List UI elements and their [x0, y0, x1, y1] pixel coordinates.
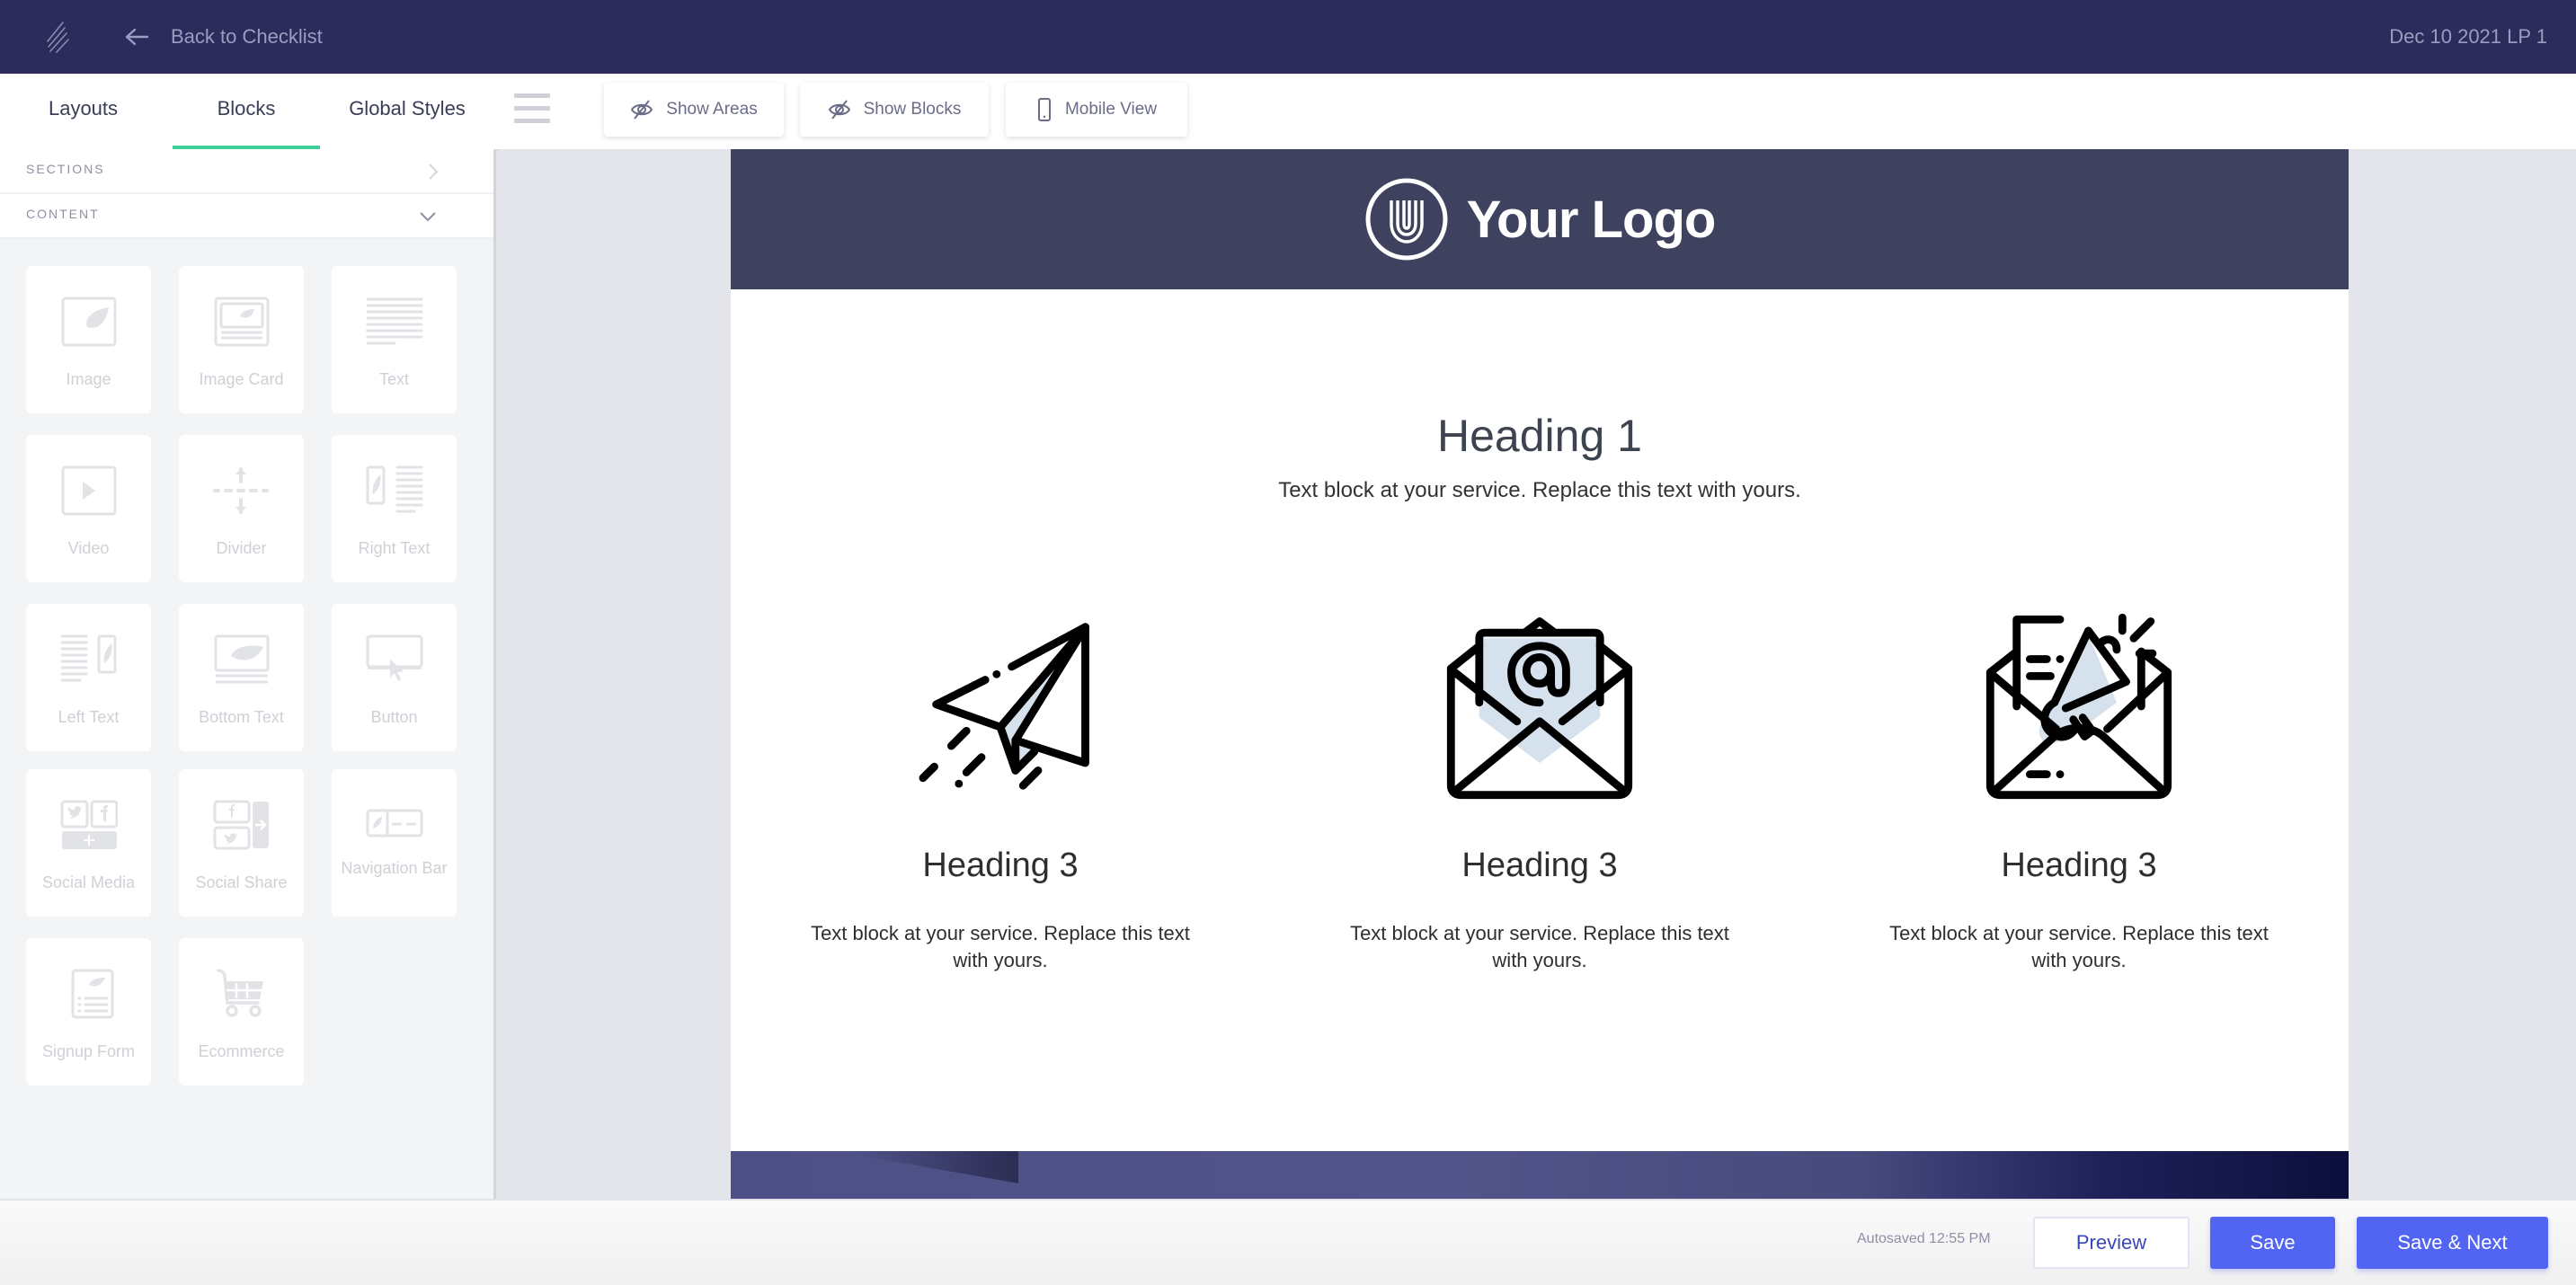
show-blocks-label: Show Blocks: [863, 100, 962, 119]
accordion-sections[interactable]: SECTIONS: [0, 149, 493, 194]
envelope-at-icon: [1446, 617, 1633, 800]
button-icon: [366, 634, 422, 681]
arrow-left-icon: [125, 28, 149, 46]
feature-column[interactable]: Heading 3 Text block at your service. Re…: [1270, 607, 1809, 985]
block-label: Right Text: [358, 539, 431, 557]
block-navigation-bar[interactable]: Navigation Bar: [332, 769, 457, 917]
block-label: Navigation Bar: [341, 859, 448, 877]
signup-form-icon: [71, 969, 113, 1019]
editor-footer: Autosaved 12:55 PM Preview Save Save & N…: [0, 1199, 2576, 1285]
save-button[interactable]: Save: [2210, 1217, 2335, 1269]
block-image[interactable]: Image: [26, 266, 151, 413]
block-label: Social Media: [41, 873, 136, 891]
block-label: Button: [370, 708, 418, 726]
envelope-megaphone-icon: [1985, 613, 2172, 800]
block-label: Divider: [216, 539, 267, 557]
column-heading: Heading 3: [922, 846, 1079, 884]
social-media-icon: [60, 800, 118, 849]
mobile-icon: [1037, 98, 1051, 121]
tab-layouts[interactable]: Layouts: [18, 74, 148, 149]
show-areas-button[interactable]: Show Areas: [604, 83, 784, 137]
block-signup-form[interactable]: Signup Form: [26, 938, 151, 1086]
editor-canvas: Your Logo Heading 1 Text block at your s…: [499, 149, 2576, 1199]
block-bottom-text[interactable]: Bottom Text: [179, 604, 304, 751]
intro-text-block[interactable]: Text block at your service. Replace this…: [731, 478, 2349, 503]
column-text: Text block at your service. Replace this…: [1350, 922, 1729, 971]
block-label: Social Share: [195, 873, 288, 891]
block-button[interactable]: Button: [332, 604, 457, 751]
logo-text: Your Logo: [1466, 190, 1717, 249]
content-label: CONTENT: [26, 207, 100, 221]
right-text-icon: [366, 465, 422, 513]
column-heading: Heading 3: [1461, 846, 1618, 884]
menu-icon[interactable]: [514, 93, 550, 129]
show-areas-label: Show Areas: [666, 100, 758, 119]
eye-off-icon: [828, 100, 850, 120]
block-label: Image Card: [199, 370, 284, 388]
column-heading: Heading 3: [2001, 846, 2157, 884]
social-share-icon: [213, 800, 269, 850]
block-right-text[interactable]: Right Text: [332, 435, 457, 582]
accordion-content[interactable]: CONTENT: [0, 194, 493, 239]
video-icon: [61, 465, 116, 516]
tab-blocks[interactable]: Blocks: [173, 74, 320, 149]
feature-column[interactable]: Heading 3 Text block at your service. Re…: [731, 607, 1270, 985]
mobile-view-label: Mobile View: [1064, 100, 1158, 119]
bottom-text-icon: [214, 634, 269, 684]
block-social-share[interactable]: Social Share: [179, 769, 304, 917]
feature-column[interactable]: Heading 3 Text block at your service. Re…: [1809, 607, 2349, 985]
tab-global-styles[interactable]: Global Styles: [334, 74, 480, 149]
preview-button[interactable]: Preview: [2033, 1217, 2190, 1269]
paper-plane-icon: [919, 623, 1089, 790]
text-icon: [366, 297, 422, 345]
heading-1[interactable]: Heading 1: [731, 410, 2349, 462]
divider-icon: [212, 467, 269, 514]
sections-label: SECTIONS: [26, 162, 105, 176]
block-left-text[interactable]: Left Text: [26, 604, 151, 751]
block-social-media[interactable]: Social Media: [26, 769, 151, 917]
left-text-icon: [60, 634, 116, 682]
blocks-sidebar: SECTIONS CONTENT Image Image Card Text V…: [0, 149, 496, 1199]
block-image-card[interactable]: Image Card: [179, 266, 304, 413]
mobile-view-button[interactable]: Mobile View: [1006, 83, 1187, 137]
block-text[interactable]: Text: [332, 266, 457, 413]
image-card-icon: [214, 297, 269, 347]
block-label: Video: [67, 539, 110, 557]
hero-banner-image[interactable]: [731, 1151, 2349, 1199]
block-label: Left Text: [58, 708, 120, 726]
block-video[interactable]: Video: [26, 435, 151, 582]
image-icon: [61, 297, 116, 347]
chevron-down-icon: [420, 212, 436, 222]
email-header[interactable]: Your Logo: [731, 149, 2349, 289]
chevron-right-icon: [429, 164, 439, 180]
show-blocks-button[interactable]: Show Blocks: [800, 83, 989, 137]
editor-toolbar: Layouts Blocks Global Styles Show Areas …: [0, 74, 2576, 149]
block-label: Text: [378, 370, 409, 388]
cart-icon: [216, 969, 263, 1017]
document-title: Dec 10 2021 LP 1: [2389, 25, 2547, 48]
block-ecommerce[interactable]: Ecommerce: [179, 938, 304, 1086]
column-text: Text block at your service. Replace this…: [811, 922, 1190, 971]
block-divider[interactable]: Divider: [179, 435, 304, 582]
email-preview: Your Logo Heading 1 Text block at your s…: [731, 149, 2349, 1199]
back-to-checklist-link[interactable]: Back to Checklist: [124, 20, 323, 54]
back-label: Back to Checklist: [171, 25, 323, 48]
block-label: Image: [66, 370, 111, 388]
navigation-bar-icon: [366, 809, 422, 837]
logo-icon: [1365, 178, 1448, 261]
block-label: Ecommerce: [198, 1042, 285, 1060]
block-label: Bottom Text: [199, 708, 284, 726]
top-bar: Back to Checklist Dec 10 2021 LP 1: [0, 0, 2576, 74]
autosave-status: Autosaved 12:55 PM: [1857, 1231, 1991, 1246]
brand-logo-icon: [47, 22, 69, 53]
logo[interactable]: Your Logo: [1364, 177, 1716, 261]
eye-off-icon: [631, 100, 653, 120]
block-label: Signup Form: [41, 1042, 136, 1060]
save-and-next-button[interactable]: Save & Next: [2357, 1217, 2548, 1269]
column-text: Text block at your service. Replace this…: [1889, 922, 2269, 971]
